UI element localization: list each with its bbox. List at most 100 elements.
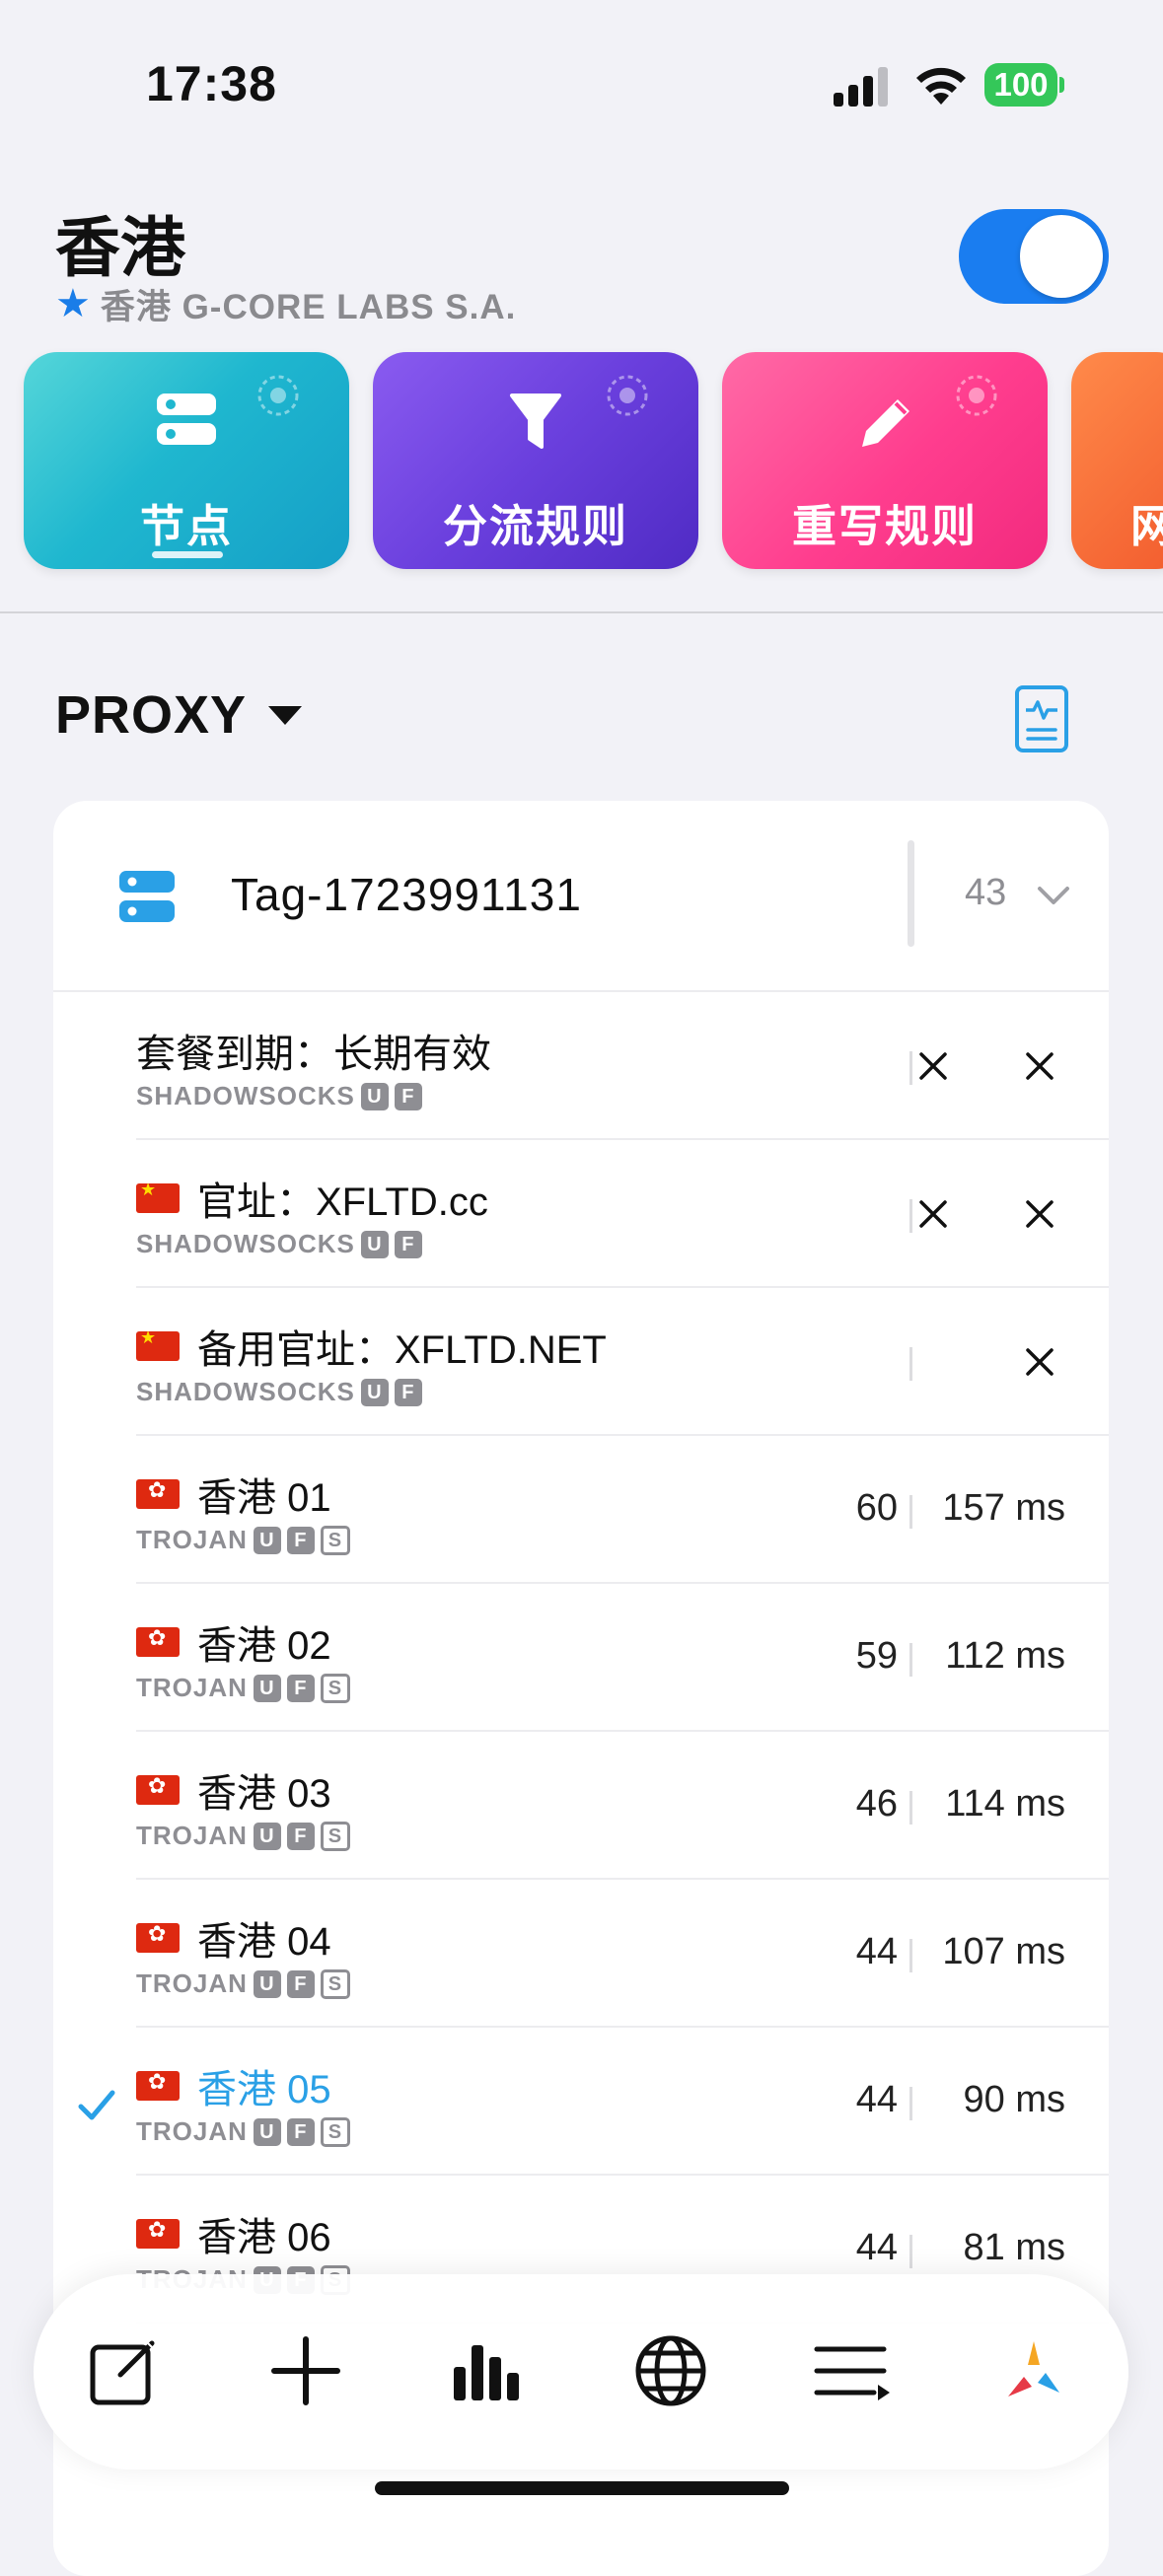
node-score: 44 (855, 2227, 898, 2268)
divider (909, 2087, 912, 2120)
filter-icon (510, 394, 561, 449)
protocol-badge: U (253, 1969, 281, 1998)
node-row[interactable]: 香港 05 TROJANUFS 44 90 ms (53, 2028, 1109, 2176)
node-name: 香港 02 (136, 1613, 331, 1671)
protocol-label: TROJAN (136, 1525, 248, 1554)
page-title: 香港 (55, 211, 185, 284)
node-row[interactable]: 香港 01 TROJANUFS 60 157 ms (53, 1436, 1109, 1584)
node-latency: 157 ms (942, 1487, 1065, 1529)
node-protocol: TROJANUFS (136, 1525, 350, 1555)
node-name-text: 香港 03 (197, 1772, 331, 1816)
node-protocol: SHADOWSOCKS U F (136, 1229, 422, 1259)
divider (909, 1939, 912, 1972)
edit-icon[interactable] (85, 2331, 164, 2410)
node-name-text: 备用官址：XFLTD.NET (197, 1328, 607, 1372)
node-protocol: TROJANUFS (136, 1821, 350, 1851)
toggle-knob (1020, 215, 1103, 298)
status-ring-icon (257, 375, 299, 416)
node-protocol: TROJANUFS (136, 1968, 350, 1999)
node-row[interactable]: 备用官址：XFLTD.NET SHADOWSOCKSUF (53, 1288, 1109, 1436)
server-icon (157, 394, 216, 445)
divider (909, 1791, 912, 1825)
protocol-label: TROJAN (136, 1821, 248, 1850)
node-name: 官址：XFLTD.cc (136, 1170, 488, 1227)
flag-icon (136, 2219, 180, 2249)
card-rules[interactable]: 分流规则 (373, 352, 698, 569)
node-name: 香港 03 (136, 1761, 331, 1819)
card-partial[interactable]: 网 (1071, 352, 1163, 569)
card-label: 分流规则 (442, 501, 628, 551)
vpn-toggle[interactable] (959, 209, 1109, 304)
node-row[interactable]: 香港 03 TROJANUFS 46 114 ms (53, 1732, 1109, 1880)
protocol-badge: F (286, 2117, 315, 2146)
group-header[interactable]: Tag-1723991131 43 (53, 801, 1109, 990)
chevron-down-icon[interactable] (1036, 878, 1071, 913)
bottom-toolbar (34, 2274, 1128, 2469)
card-label: 重写规则 (791, 501, 978, 551)
node-score: 44 (855, 1931, 898, 1972)
node-name: 香港 01 (136, 1466, 331, 1523)
node-protocol: SHADOWSOCKS U F (136, 1377, 422, 1407)
card-label: 节点 (139, 501, 233, 551)
node-name: 香港 06 (136, 2205, 331, 2262)
node-score: 60 (855, 1487, 898, 1529)
section-divider (0, 611, 1163, 613)
node-row[interactable]: 香港 04 TROJANUFS 44 107 ms (53, 1880, 1109, 2028)
wifi-icon (916, 67, 966, 105)
flag-icon (136, 2071, 180, 2101)
node-latency: 107 ms (942, 1931, 1065, 1972)
add-icon[interactable] (266, 2331, 345, 2410)
node-name: 套餐到期：长期有效 (136, 1022, 491, 1079)
node-latency: 114 ms (945, 1783, 1065, 1825)
node-row[interactable]: 香港 02 TROJANUFS 59 112 ms (53, 1584, 1109, 1732)
divider (909, 1495, 912, 1529)
protocol-badge: S (320, 1968, 350, 1999)
card-rewrite[interactable]: 重写规则 (722, 352, 1048, 569)
protocol-badge: U (253, 1822, 281, 1850)
fail-icon (1025, 1199, 1054, 1229)
stats-icon[interactable] (448, 2331, 527, 2410)
divider (909, 1199, 912, 1233)
divider (909, 2235, 912, 2268)
node-name: 香港 04 (136, 1909, 331, 1967)
protocol-badge: U (253, 1526, 281, 1554)
status-ring-icon (956, 375, 997, 416)
flag-icon (136, 1331, 180, 1361)
subtitle-row: ★ 香港 G-CORE LABS S.A. (55, 282, 516, 326)
page-subtitle: 香港 G-CORE LABS S.A. (100, 287, 517, 326)
protocol-badge: U (253, 2117, 281, 2146)
fail-icon (918, 1199, 948, 1229)
list-icon[interactable] (813, 2331, 892, 2410)
protocol-badge: U (253, 1674, 281, 1702)
protocol-badge: S (320, 1673, 350, 1703)
active-indicator (152, 551, 223, 558)
home-indicator (375, 2481, 789, 2495)
protocol-badge: F (286, 1969, 315, 1998)
protocol-badge: F (394, 1230, 422, 1258)
server-icon (119, 871, 175, 922)
policy-selector[interactable]: PROXY (55, 684, 303, 746)
card-label: 网 (1130, 501, 1163, 551)
flag-icon (136, 1627, 180, 1657)
protocol-badge: F (394, 1082, 422, 1110)
report-icon[interactable] (1014, 684, 1069, 753)
protocol-label: TROJAN (136, 1968, 248, 1998)
app-logo-icon[interactable] (994, 2331, 1073, 2410)
checkmark-icon (78, 2090, 115, 2120)
node-row[interactable]: 套餐到期：长期有效 SHADOWSOCKS U F (53, 992, 1109, 1140)
card-nodes[interactable]: 节点 (24, 352, 349, 569)
cellular-signal-icon (834, 67, 888, 107)
node-name-text: 官址：XFLTD.cc (197, 1181, 488, 1224)
node-name-text: 香港 04 (197, 1920, 331, 1964)
battery-icon: 100 (984, 63, 1065, 107)
star-icon: ★ (55, 282, 91, 325)
node-row[interactable]: 官址：XFLTD.cc SHADOWSOCKSUF (53, 1140, 1109, 1288)
protocol-label: SHADOWSOCKS (136, 1081, 355, 1110)
protocol-badge: U (360, 1082, 389, 1110)
protocol-badge: U (360, 1378, 389, 1406)
protocol-badge: U (360, 1230, 389, 1258)
globe-icon[interactable] (631, 2331, 710, 2410)
pencil-icon (862, 399, 909, 447)
protocol-badge: S (320, 1525, 350, 1555)
protocol-badge: F (394, 1378, 422, 1406)
